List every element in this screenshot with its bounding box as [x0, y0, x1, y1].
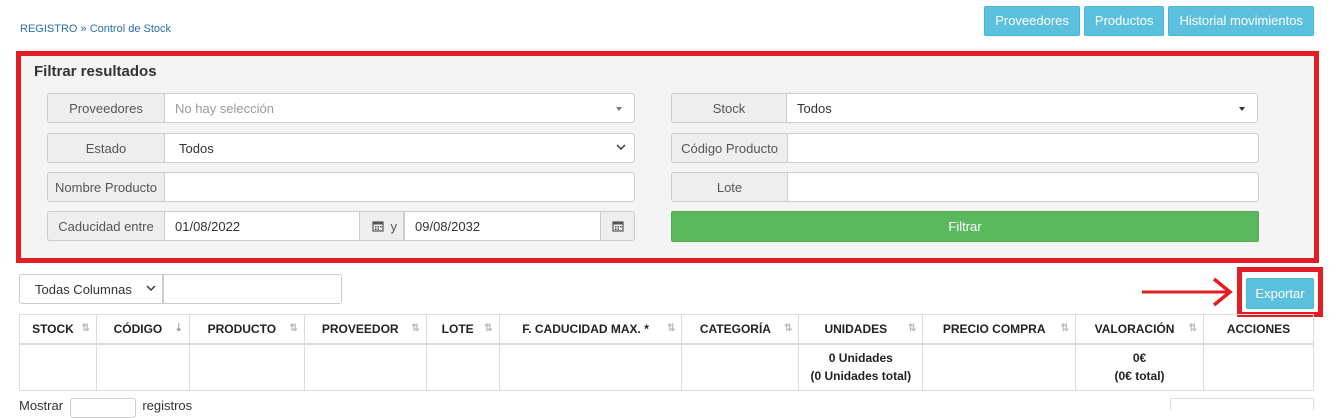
sort-icon: ⇅ — [1060, 323, 1070, 334]
sort-icon: ⇅ — [289, 323, 298, 334]
arrow-right-icon — [1142, 277, 1233, 307]
unidades-total-cell: 0 Unidades (0 Unidades total) — [798, 343, 924, 391]
caducidad-filter-group: Caducidad entre 01/08/2022 y 09/08/2032 — [47, 211, 635, 241]
codigo-producto-input[interactable] — [788, 133, 1259, 163]
nombre-producto-label: Nombre Producto — [47, 172, 165, 202]
table-cell — [498, 343, 683, 391]
breadcrumb-separator: » — [77, 23, 90, 35]
valoracion-total-line1: 0€ — [1132, 351, 1147, 366]
y-separator: y — [390, 218, 398, 234]
filter-title: Filtrar resultados — [34, 63, 157, 80]
column-header-acciones: ACCIONES — [1202, 314, 1315, 345]
unidades-total-line1: 0 Unidades — [828, 351, 893, 366]
calendar-icon — [372, 221, 384, 232]
breadcrumb: REGISTRO » Control de Stock — [20, 23, 171, 35]
stock-select-value: Todos — [797, 100, 832, 116]
sort-icon: ⇅ — [484, 323, 493, 334]
calendar-icon — [611, 221, 624, 232]
fecha-hasta-value: 09/08/2032 — [415, 218, 481, 234]
table-cell — [188, 343, 305, 391]
column-header-stock[interactable]: STOCK ⇅ — [19, 314, 97, 345]
table-cell — [425, 343, 500, 391]
filter-panel: Filtrar resultados Proveedores No hay se… — [16, 51, 1319, 263]
chevron-down-icon — [146, 283, 156, 296]
sort-asc-icon: ⇣ — [174, 323, 183, 334]
sort-icon: ⇅ — [1188, 323, 1197, 334]
nombre-producto-input[interactable] — [165, 172, 635, 202]
proveedores-button[interactable]: Proveedores — [984, 6, 1080, 36]
column-header-codigo[interactable]: CÓDIGO ⇣ — [95, 314, 190, 345]
breadcrumb-root-link[interactable]: REGISTRO — [20, 23, 77, 35]
table-cell — [922, 343, 1077, 391]
pagination[interactable] — [1170, 398, 1314, 410]
sort-icon: ⇅ — [907, 323, 917, 334]
filtrar-button[interactable]: Filtrar — [671, 211, 1259, 242]
codigo-producto-filter-group: Código Producto — [671, 133, 1259, 163]
column-header-unidades[interactable]: UNIDADES ⇅ — [798, 314, 924, 345]
valoracion-total-cell: 0€ (0€ total) — [1075, 343, 1204, 391]
caret-down-icon — [1239, 107, 1245, 111]
proveedores-label: Proveedores — [47, 93, 165, 123]
stock-table: STOCK ⇅ CÓDIGO ⇣ PRODUCTO ⇅ PROVEEDOR ⇅ LOTE… — [19, 314, 1315, 391]
sort-icon: ⇅ — [411, 323, 420, 334]
column-select-value: Todas Columnas — [35, 281, 132, 297]
stock-select[interactable]: Todos — [787, 93, 1258, 123]
column-header-proveedor[interactable]: PROVEEDOR ⇅ — [303, 314, 427, 345]
proveedores-filter-group: Proveedores No hay selección — [47, 93, 635, 123]
unidades-total-line2: (0 Unidades total) — [810, 369, 912, 384]
historial-movimientos-button[interactable]: Historial movimientos — [1168, 6, 1314, 36]
chevron-down-icon — [616, 142, 626, 155]
table-totals-row: 0 Unidades (0 Unidades total) 0€ (0€ total… — [19, 343, 1315, 391]
fecha-desde-calendar[interactable]: y — [360, 211, 404, 241]
proveedores-select[interactable]: No hay selección — [165, 93, 635, 123]
column-header-caducidad[interactable]: F. CADUCIDAD MAX. * ⇅ — [498, 314, 683, 345]
fecha-desde-value: 01/08/2022 — [175, 218, 241, 234]
column-header-lote[interactable]: LOTE ⇅ — [425, 314, 500, 345]
estado-select[interactable]: Todos — [165, 133, 635, 163]
breadcrumb-current-link[interactable]: Control de Stock — [90, 23, 171, 35]
caducidad-label: Caducidad entre — [47, 211, 165, 241]
productos-button[interactable]: Productos — [1083, 6, 1165, 36]
page-length-select[interactable] — [69, 398, 136, 418]
lote-filter-group: Lote — [671, 172, 1259, 202]
sort-icon: ⇅ — [81, 323, 90, 334]
page-length-control: Mostrar registros — [19, 398, 192, 418]
column-header-producto[interactable]: PRODUCTO ⇅ — [188, 314, 305, 345]
column-select[interactable]: Todas Columnas — [19, 274, 163, 304]
estado-select-value: Todos — [179, 140, 214, 156]
valoracion-total-line2: (0€ total) — [1114, 369, 1165, 384]
table-cell — [19, 343, 97, 391]
exportar-button[interactable]: Exportar — [1246, 278, 1314, 309]
fecha-hasta-input[interactable]: 09/08/2032 — [404, 211, 601, 241]
table-cell — [681, 343, 800, 391]
sort-icon: ⇅ — [783, 323, 793, 334]
estado-label: Estado — [47, 133, 165, 163]
caret-down-icon — [616, 107, 622, 111]
column-header-valoracion[interactable]: VALORACIÓN ⇅ — [1075, 314, 1204, 345]
stock-filter-group: Stock Todos — [671, 93, 1258, 123]
table-search-input[interactable] — [163, 274, 342, 304]
nombre-producto-filter-group: Nombre Producto — [47, 172, 635, 202]
lote-input[interactable] — [788, 172, 1259, 202]
stock-label: Stock — [671, 93, 787, 123]
table-cell — [1202, 343, 1315, 391]
codigo-producto-label: Código Producto — [671, 133, 788, 163]
fecha-hasta-calendar[interactable] — [601, 211, 635, 241]
column-header-precio-compra[interactable]: PRECIO COMPRA ⇅ — [922, 314, 1077, 345]
table-cell — [95, 343, 190, 391]
column-header-categoria[interactable]: CATEGORÍA ⇅ — [681, 314, 800, 345]
fecha-desde-input[interactable]: 01/08/2022 — [165, 211, 360, 241]
top-button-group: Proveedores Productos Historial movimien… — [984, 6, 1314, 36]
estado-filter-group: Estado Todos — [47, 133, 635, 163]
lote-label: Lote — [671, 172, 788, 202]
table-header-row: STOCK ⇅ CÓDIGO ⇣ PRODUCTO ⇅ PROVEEDOR ⇅ LOTE… — [19, 314, 1315, 345]
sort-icon: ⇅ — [667, 323, 676, 334]
proveedores-select-text: No hay selección — [175, 100, 274, 116]
table-cell — [303, 343, 427, 391]
